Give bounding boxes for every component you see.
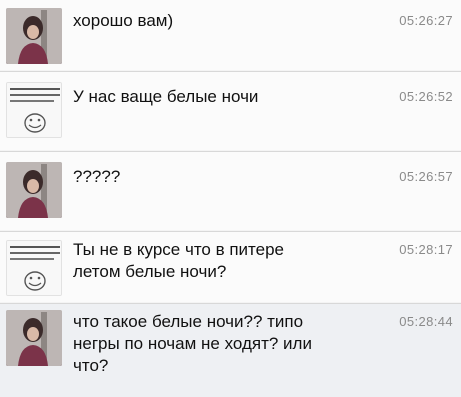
- message-row: что такое белые ночи?? типо негры по ноч…: [0, 304, 461, 397]
- message-text: хорошо вам): [73, 11, 174, 30]
- chat-log: хорошо вам) 05:26:27 У нас ваще белые но…: [0, 0, 461, 397]
- message-text: ?????: [73, 167, 121, 186]
- message-row: Ты не в курсе что в питере летом белые н…: [0, 232, 461, 302]
- user-photo-icon[interactable]: [6, 8, 62, 64]
- user-photo-icon[interactable]: [6, 162, 62, 218]
- troll-face-icon[interactable]: [6, 240, 62, 296]
- message-time: 05:26:52: [399, 89, 453, 104]
- message-time: 05:28:44: [399, 314, 453, 329]
- message-text: У нас ваще белые ночи: [73, 87, 259, 106]
- message-time: 05:26:27: [399, 13, 453, 28]
- troll-face-icon[interactable]: [6, 82, 62, 138]
- message-text: что такое белые ночи?? типо негры по ноч…: [73, 312, 312, 375]
- message-row: ????? 05:26:57: [0, 152, 461, 230]
- user-photo-icon[interactable]: [6, 310, 62, 366]
- message-row: У нас ваще белые ночи 05:26:52: [0, 72, 461, 150]
- message-text: Ты не в курсе что в питере летом белые н…: [73, 240, 285, 281]
- message-time: 05:26:57: [399, 169, 453, 184]
- message-row: хорошо вам) 05:26:27: [0, 0, 461, 70]
- message-time: 05:28:17: [399, 242, 453, 257]
